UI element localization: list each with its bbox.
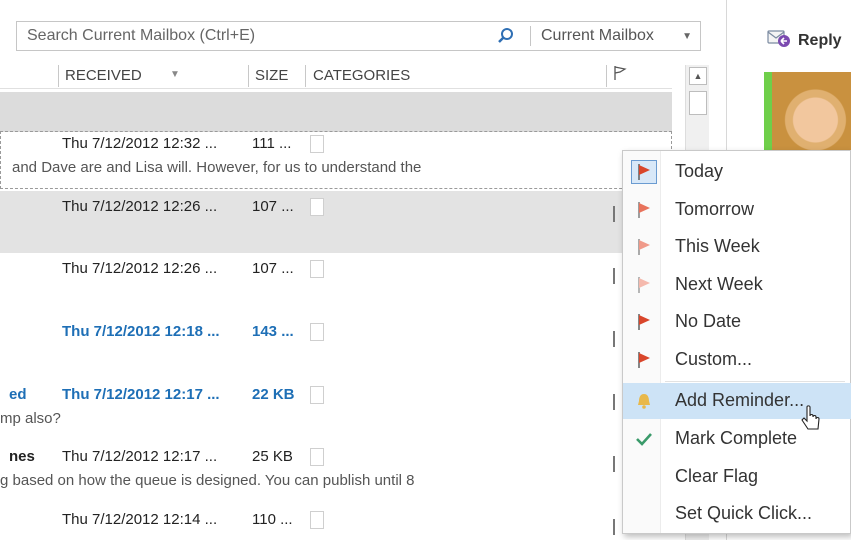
flag-cell[interactable] xyxy=(613,394,615,410)
reply-label: Reply xyxy=(798,31,842,49)
search-scope-dropdown[interactable]: Current Mailbox ▼ xyxy=(531,22,700,50)
column-divider xyxy=(58,65,59,87)
follow-up-context-menu: Today Tomorrow This Week Next Week No Da… xyxy=(622,150,851,534)
scrollbar-thumb[interactable] xyxy=(689,91,707,115)
message-received-date: Thu 7/12/2012 12:18 ... xyxy=(62,323,220,340)
category-box[interactable] xyxy=(310,323,324,341)
message-received-date: Thu 7/12/2012 12:17 ... xyxy=(62,386,220,403)
flag-no-date-icon xyxy=(631,310,657,334)
column-divider xyxy=(606,65,607,87)
message-preview: g based on how the queue is designed. Yo… xyxy=(0,472,415,489)
hand-cursor-icon xyxy=(800,405,822,433)
search-scope-label: Current Mailbox xyxy=(541,27,654,44)
message-size: 143 ... xyxy=(252,323,294,340)
menu-separator xyxy=(665,381,845,382)
reply-icon xyxy=(766,27,792,54)
message-size: 22 KB xyxy=(252,386,295,403)
message-size: 107 ... xyxy=(252,260,294,277)
menu-item-label: No Date xyxy=(675,311,742,331)
menu-item-clear-flag[interactable]: Clear Flag xyxy=(623,459,851,495)
column-header-received[interactable]: RECEIVED xyxy=(65,67,142,84)
category-box[interactable] xyxy=(310,386,324,404)
column-divider xyxy=(305,65,306,87)
menu-item-today[interactable]: Today xyxy=(623,154,851,190)
flag-today-icon xyxy=(631,160,657,184)
flag-cell[interactable] xyxy=(613,206,615,222)
sort-descending-icon: ▼ xyxy=(170,69,180,80)
column-header-size[interactable]: SIZE xyxy=(255,67,288,84)
search-input[interactable] xyxy=(17,22,482,50)
message-size: 110 ... xyxy=(252,511,293,528)
bell-icon xyxy=(631,389,657,413)
menu-item-label: Next Week xyxy=(675,274,763,294)
message-size: 107 ... xyxy=(252,198,294,215)
group-header-band[interactable] xyxy=(0,92,672,132)
column-header-categories[interactable]: CATEGORIES xyxy=(313,67,410,84)
checkmark-icon xyxy=(631,427,657,451)
reply-button[interactable]: Reply xyxy=(766,27,842,54)
column-divider xyxy=(248,65,249,87)
menu-item-label: Custom... xyxy=(675,349,753,369)
menu-item-label: Clear Flag xyxy=(675,466,759,486)
flag-cell[interactable] xyxy=(613,268,615,284)
flag-this-week-icon xyxy=(631,235,657,259)
category-box[interactable] xyxy=(310,135,324,153)
menu-item-label: Set Quick Click... xyxy=(675,503,813,523)
category-box[interactable] xyxy=(310,260,324,278)
search-bar: Current Mailbox ▼ xyxy=(16,21,701,51)
category-box[interactable] xyxy=(310,511,324,529)
menu-item-label: Tomorrow xyxy=(675,199,755,219)
menu-item-label: This Week xyxy=(675,236,760,256)
scroll-up-arrow-icon[interactable]: ▲ xyxy=(689,67,707,85)
message-size: 111 ... xyxy=(252,135,292,152)
flag-cell[interactable] xyxy=(613,331,615,347)
message-received-date: Thu 7/12/2012 12:17 ... xyxy=(62,448,218,465)
chevron-down-icon: ▼ xyxy=(682,30,692,42)
message-received-date: Thu 7/12/2012 12:26 ... xyxy=(62,198,218,215)
menu-item-tomorrow[interactable]: Tomorrow xyxy=(623,192,851,228)
message-sender: ed xyxy=(9,386,27,403)
flag-cell[interactable] xyxy=(613,456,615,472)
menu-item-label: Mark Complete xyxy=(675,428,798,448)
message-preview: mp also? xyxy=(0,410,61,427)
category-box[interactable] xyxy=(310,448,324,466)
flag-next-week-icon xyxy=(631,273,657,297)
message-received-date: Thu 7/12/2012 12:32 ... xyxy=(62,135,218,152)
flag-custom-icon xyxy=(631,348,657,372)
menu-item-custom[interactable]: Custom... xyxy=(623,342,851,378)
message-received-date: Thu 7/12/2012 12:14 ... xyxy=(62,511,218,528)
category-box[interactable] xyxy=(310,198,324,216)
menu-item-label: Today xyxy=(675,161,724,181)
contact-photo-image xyxy=(772,72,851,152)
flag-cell[interactable] xyxy=(613,519,615,535)
menu-item-set-quick-click[interactable]: Set Quick Click... xyxy=(623,496,851,532)
message-received-date: Thu 7/12/2012 12:26 ... xyxy=(62,260,218,277)
message-preview: and Dave are and Lisa will. However, for… xyxy=(12,159,422,176)
flag-column-icon[interactable] xyxy=(613,65,627,85)
menu-item-this-week[interactable]: This Week xyxy=(623,229,851,265)
menu-item-next-week[interactable]: Next Week xyxy=(623,267,851,303)
flag-tomorrow-icon xyxy=(631,198,657,222)
message-size: 25 KB xyxy=(252,448,293,465)
column-headers: RECEIVED ▼ SIZE CATEGORIES xyxy=(0,63,672,89)
menu-item-no-date[interactable]: No Date xyxy=(623,304,851,340)
search-icon[interactable] xyxy=(482,22,530,50)
menu-item-label: Add Reminder... xyxy=(675,390,805,410)
message-sender: nes xyxy=(9,448,35,465)
